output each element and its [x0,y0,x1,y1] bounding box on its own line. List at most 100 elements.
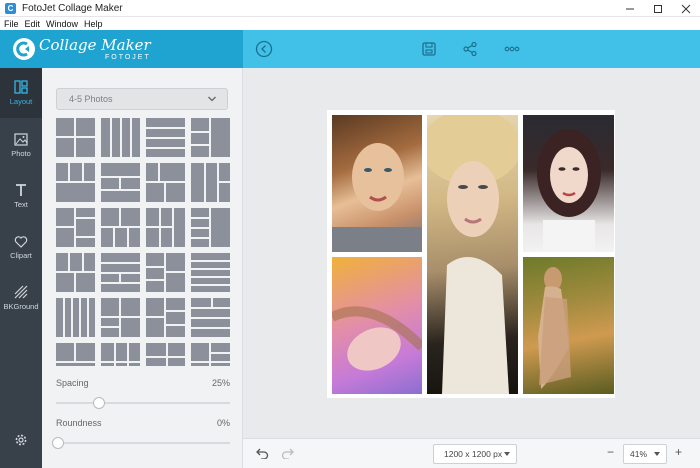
undo-button[interactable] [255,447,269,462]
layout-template[interactable] [146,343,185,366]
layout-panel: 4-5 Photos Spacing 25% Roundness 0% [42,68,243,468]
background-icon [14,285,28,299]
maximize-button[interactable] [644,0,672,17]
layout-template[interactable] [101,118,140,157]
layout-template[interactable] [191,298,230,337]
nav-text[interactable]: Text [0,171,42,221]
photo-2[interactable] [427,115,518,394]
window-controls [616,0,700,17]
menu-help[interactable]: Help [84,19,103,29]
layout-template[interactable] [101,343,140,366]
collage-canvas [327,110,615,398]
layout-template[interactable] [101,298,140,337]
nav-clipart[interactable]: Clipart [0,222,42,272]
menu-window[interactable]: Window [46,19,78,29]
menu-file[interactable]: File [4,19,19,29]
roundness-label: Roundness [56,418,102,428]
share-icon [463,41,477,57]
brand-logo: Collage Maker FOTOJET [39,35,151,61]
portrait-image [332,306,422,371]
category-dropdown[interactable]: 4-5 Photos [56,88,228,110]
layout-icon [14,80,28,94]
portrait-image [427,115,518,394]
layout-template[interactable] [191,343,230,366]
layout-template[interactable] [56,343,95,366]
spacing-slider[interactable] [56,397,230,409]
layout-template[interactable] [56,118,95,157]
more-button[interactable] [502,39,522,59]
canvas-size-value: 1200 x 1200 px [444,449,503,459]
nav-photo[interactable]: Photo [0,120,42,170]
redo-button[interactable] [281,447,295,462]
spacing-slider-handle[interactable] [93,397,105,409]
spacing-value: 25% [211,378,230,388]
nav-layout[interactable]: Layout [0,68,42,118]
layout-template[interactable] [191,253,230,292]
text-icon [16,184,26,196]
roundness-slider[interactable] [52,437,230,449]
settings-button[interactable] [0,416,42,466]
save-icon [422,42,436,56]
layout-template[interactable] [56,208,95,247]
zoom-out-button[interactable]: − [607,445,614,459]
roundness-value: 0% [216,418,230,428]
layout-template[interactable] [146,253,185,292]
layout-template[interactable] [191,118,230,157]
category-value: 4-5 Photos [69,94,113,104]
photo-3[interactable] [523,115,614,252]
minimize-button[interactable] [616,0,644,17]
brand-name: Collage Maker [39,35,151,54]
share-button[interactable] [460,39,480,59]
template-grid [56,118,230,366]
redo-icon [281,448,294,460]
layout-template[interactable] [56,163,95,202]
layout-template[interactable] [146,118,185,157]
caret-down-icon [654,452,660,456]
photo-4[interactable] [332,257,422,394]
layout-template[interactable] [146,208,185,247]
chevron-down-icon [208,96,216,102]
roundness-slider-handle[interactable] [52,437,64,449]
nav-label: BKGround [3,302,39,311]
gear-icon [15,434,27,445]
close-button[interactable] [672,0,700,17]
maximize-icon [654,4,662,13]
layout-template[interactable] [191,208,230,247]
undo-icon [256,448,269,460]
layout-template[interactable] [56,253,95,292]
layout-template[interactable] [101,253,140,292]
nav-background[interactable]: BKGround [0,273,42,323]
canvas-area [243,68,700,438]
more-icon [504,46,520,52]
layout-template[interactable] [101,208,140,247]
zoom-select[interactable]: 41% [623,444,667,464]
zoom-in-button[interactable]: + [675,445,682,459]
app-window: C FotoJet Collage Maker File Edit Window… [0,0,700,468]
menu-edit[interactable]: Edit [25,19,41,29]
nav-label: Text [14,200,28,209]
canvas-size-select[interactable]: 1200 x 1200 px [433,444,517,464]
layout-template[interactable] [146,298,185,337]
heart-icon [14,235,28,248]
chevron-left-icon [255,40,273,58]
top-toolbar [243,30,700,68]
title-bar: C FotoJet Collage Maker [0,0,700,17]
layout-template[interactable] [146,163,185,202]
save-button[interactable] [419,39,439,59]
photo-icon [14,132,28,146]
brand-sub: FOTOJET [104,53,151,61]
nav-label: Clipart [10,250,32,260]
layout-template[interactable] [101,163,140,202]
minimize-icon [626,8,634,9]
photo-5[interactable] [523,257,614,394]
layout-template[interactable] [191,163,230,202]
photo-1[interactable] [332,115,422,252]
zoom-value: 41% [630,449,648,459]
logo-icon [13,38,35,60]
brand-bar: Collage Maker FOTOJET [0,30,243,68]
side-nav: Layout Photo Text Clipart BKGround [0,68,42,468]
close-icon [681,4,691,13]
nav-label: Layout [9,97,33,106]
layout-template[interactable] [56,298,95,337]
back-button[interactable] [254,39,274,59]
